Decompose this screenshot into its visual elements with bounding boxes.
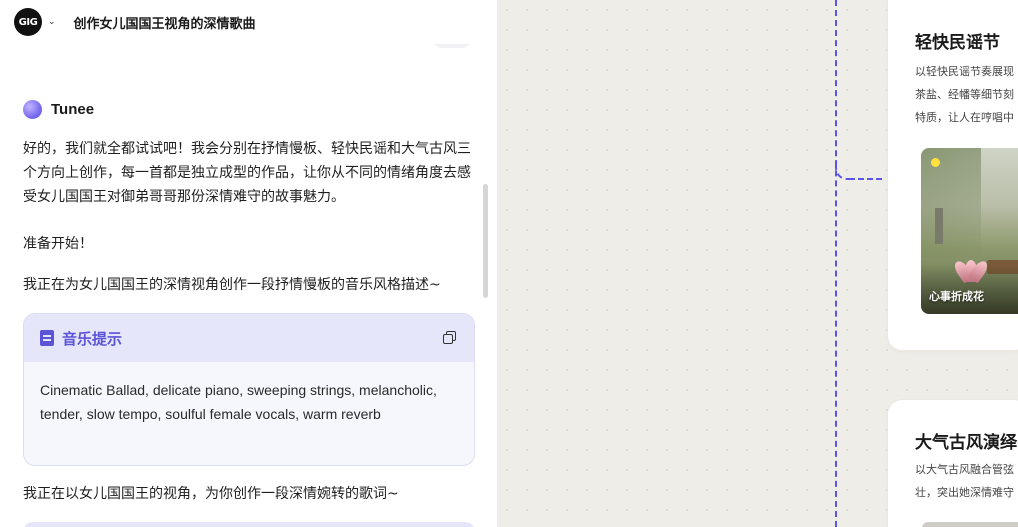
- song-cover-image[interactable]: 心事折成花: [921, 148, 1018, 314]
- music-prompt-title: 音乐提示: [62, 329, 123, 348]
- agent-avatar: [23, 100, 42, 119]
- status-lyrics: 我正在以女儿国国王的视角，为你创作一段深情婉转的歌词~: [23, 486, 399, 502]
- message-intro: 好的，我们就全都试试吧！我会分别在抒情慢板、轻快民谣和大气古风三个方向上创作，每…: [23, 141, 471, 205]
- copy-icon[interactable]: [443, 331, 457, 345]
- song-card-description: 以大气古风融合管弦 壮，突出她深情难守: [915, 463, 1014, 499]
- agent-header: Tunee: [23, 100, 94, 119]
- music-prompt-text: Cinematic Ballad, delicate piano, sweepi…: [40, 382, 437, 422]
- message-start: 准备开始！: [23, 236, 93, 252]
- chevron-down-icon[interactable]: ⌄: [48, 17, 56, 27]
- music-prompt-card: 音乐提示 Cinematic Ballad, delicate piano, s…: [23, 313, 475, 466]
- song-card-title: 大气古风演绎: [915, 433, 1017, 453]
- willow-tree: [921, 148, 981, 258]
- chat-scrollbar[interactable]: [483, 184, 488, 298]
- chat-panel: Tunee 好的，我们就全都试试吧！我会分别在抒情慢板、轻快民谣和大气古风三个方…: [0, 44, 497, 527]
- previous-message-bubble: [432, 44, 472, 48]
- page-title: 创作女儿国国王视角的深情歌曲: [73, 16, 256, 32]
- agent-name: Tunee: [51, 101, 95, 118]
- app-logo[interactable]: GIG: [14, 8, 42, 36]
- song-card-description: 以轻快民谣节奏展现 茶盐、经幡等细节刻 特质，让人在哼唱中: [915, 65, 1014, 124]
- song-card-folk[interactable]: 轻快民谣节 以轻快民谣节奏展现 茶盐、经幡等细节刻 特质，让人在哼唱中 心事折成…: [888, 0, 1018, 350]
- song-title: 心事折成花: [929, 290, 984, 303]
- song-card-title: 轻快民谣节: [915, 33, 1000, 53]
- connector-line-horizontal: [849, 156, 882, 180]
- music-prompt-header: 音乐提示: [24, 314, 474, 362]
- song-card-ancient[interactable]: 大气古风演绎 以大气古风融合管弦 壮，突出她深情难守: [888, 400, 1018, 527]
- app-header: GIG ⌄ 创作女儿国国王视角的深情歌曲: [0, 0, 497, 44]
- song-cover-image-edge: [922, 522, 1018, 527]
- next-card-edge: [23, 522, 475, 527]
- stone-lantern: [935, 208, 943, 244]
- document-icon: [40, 330, 54, 346]
- status-style: 我正在为女儿国国王的深情视角创作一段抒情慢板的音乐风格描述~: [23, 277, 441, 293]
- status-dot-icon: [931, 158, 940, 167]
- connector-line-vertical: [835, 0, 837, 527]
